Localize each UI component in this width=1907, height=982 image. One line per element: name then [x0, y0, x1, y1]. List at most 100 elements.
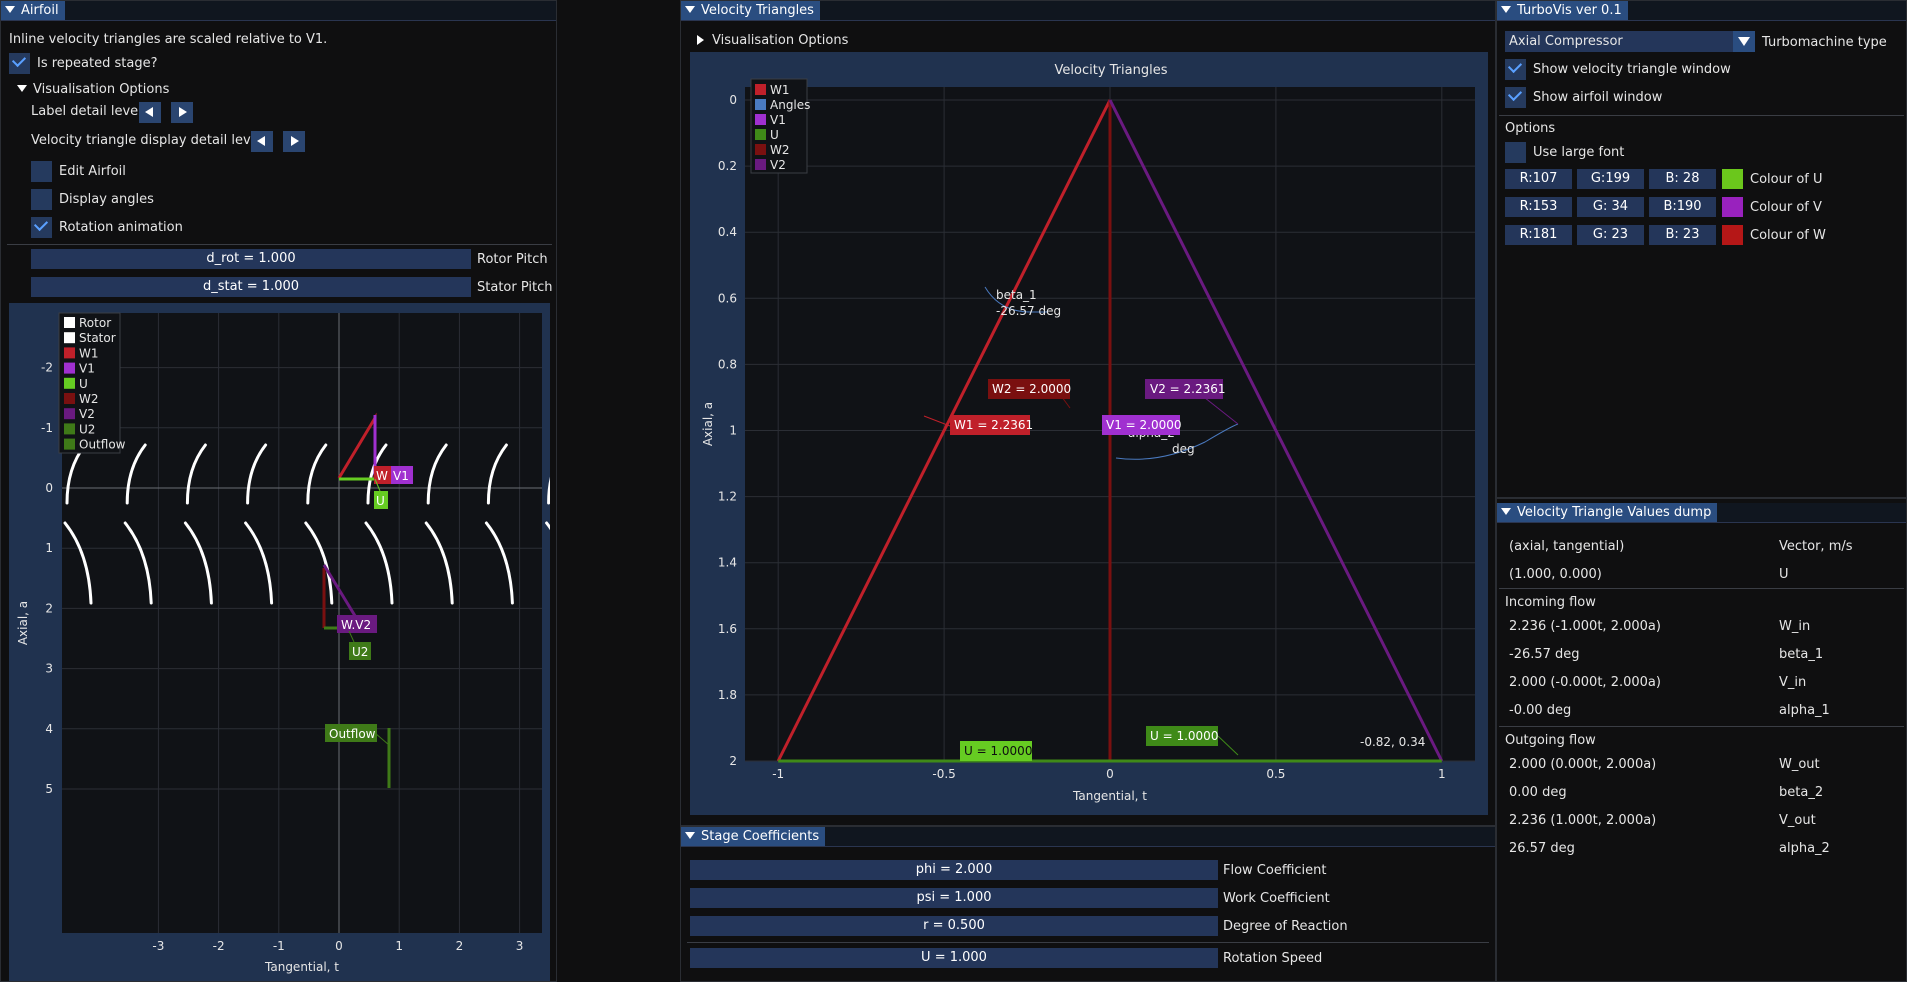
colour-g-field[interactable]: G: 23 [1577, 225, 1644, 245]
velocity-triangles-window: Velocity Triangles Visualisation Options… [680, 0, 1496, 826]
turbovis-tab[interactable]: TurboVis ver 0.1 [1497, 1, 1628, 20]
vt-tab[interactable]: Velocity Triangles [681, 1, 820, 20]
vt-vis-options-header[interactable]: Visualisation Options [697, 33, 848, 48]
dump-name: alpha_1 [1779, 703, 1830, 718]
dump-name: beta_1 [1779, 647, 1824, 662]
legend-swatch [755, 114, 766, 125]
collapse-icon[interactable] [5, 6, 15, 13]
legend-entry: V2 [79, 407, 95, 421]
legend-swatch [64, 377, 75, 389]
dump-value: 2.000 (-0.000t, 2.000a) [1509, 675, 1661, 690]
tri-detail-increase-button[interactable] [283, 131, 305, 152]
y-tick-label: 0.2 [718, 159, 737, 173]
colour-b-field[interactable]: B: 23 [1649, 225, 1716, 245]
airfoil-xlabel: Tangential, t [264, 960, 339, 974]
dump-header-right: Vector, m/s [1779, 539, 1853, 554]
r-slider[interactable]: r = 0.500 [690, 916, 1218, 936]
separator [1499, 588, 1904, 589]
stage-tab[interactable]: Stage Coefficients [681, 827, 826, 846]
rotor-blade [547, 476, 550, 505]
dump-titlebar: Velocity Triangle Values dump [1497, 503, 1906, 523]
stage-title: Stage Coefficients [701, 829, 820, 844]
legend-swatch [64, 347, 75, 359]
colour-label: Colour of W [1750, 228, 1826, 243]
u-slider[interactable]: U = 1.000 [690, 948, 1218, 968]
legend-swatch [64, 408, 75, 420]
arrow-left-icon [145, 107, 153, 117]
y-tick-label: -1 [41, 421, 53, 435]
airfoil-ylabel: Axial, a [16, 601, 30, 645]
x-tick-label: 2 [456, 939, 464, 953]
x-tick-label: 1 [1438, 767, 1446, 781]
colour-g-field[interactable]: G: 34 [1577, 197, 1644, 217]
colour-r-field[interactable]: R:181 [1505, 225, 1572, 245]
collapse-icon[interactable] [685, 6, 695, 13]
airfoil-plot[interactable]: -3-2-101234-2-1012345 W V1 U W.V2 U2 Out… [9, 303, 550, 981]
label-detail-decrease-button[interactable] [139, 102, 161, 123]
stage-titlebar: Stage Coefficients [681, 827, 1495, 847]
x-tick-label: 1 [395, 939, 403, 953]
legend-entry: Rotor [79, 316, 111, 330]
dump-name: V_in [1779, 675, 1807, 690]
psi-slider[interactable]: psi = 1.000 [690, 888, 1218, 908]
rotor-pitch-label: Rotor Pitch [477, 252, 548, 267]
legend-entry: U [79, 377, 88, 391]
colour-r-field[interactable]: R:107 [1505, 169, 1572, 189]
legend-swatch [64, 362, 75, 374]
colour-swatch[interactable] [1722, 169, 1743, 189]
rotation-animation-checkbox[interactable] [31, 217, 52, 238]
dump-value: -0.00 deg [1509, 703, 1572, 718]
large-font-label: Use large font [1533, 145, 1625, 160]
collapsed-icon [697, 34, 704, 45]
colour-r-field[interactable]: R:153 [1505, 197, 1572, 217]
colour-g-field[interactable]: G:199 [1577, 169, 1644, 189]
repeated-stage-label: Is repeated stage? [37, 56, 158, 71]
colour-swatch[interactable] [1722, 225, 1743, 245]
show-vt-checkbox[interactable] [1505, 59, 1526, 80]
repeated-stage-checkbox[interactable] [9, 53, 30, 74]
w-label: W [376, 469, 388, 483]
display-angles-checkbox[interactable] [31, 189, 52, 210]
display-angles-label: Display angles [59, 192, 154, 207]
legend-swatch [64, 438, 75, 450]
d-rot-slider[interactable]: d_rot = 1.000 [31, 249, 471, 269]
vt-xlabel: Tangential, t [1072, 789, 1147, 803]
airfoil-vis-options-header[interactable]: Visualisation Options [17, 82, 169, 97]
v1-value: V1 = 2.0000 [1106, 418, 1182, 432]
beta-value: -26.57 deg [996, 304, 1061, 318]
large-font-checkbox[interactable] [1505, 142, 1526, 163]
machine-select[interactable]: Axial Compressor [1505, 31, 1755, 52]
y-tick-label: 4 [45, 722, 53, 736]
vt-plot-title: Velocity Triangles [1055, 63, 1168, 78]
velocity-triangles-plot[interactable]: Velocity Triangles -1 -0.5 0 0.5 1 0 0.2 0.4 0.6… [690, 52, 1488, 815]
dump-tab[interactable]: Velocity Triangle Values dump [1497, 503, 1718, 522]
edit-airfoil-checkbox[interactable] [31, 161, 52, 182]
y-tick-label: 0.6 [718, 291, 737, 305]
tri-detail-decrease-button[interactable] [251, 131, 273, 152]
wv2-label: W.V2 [341, 618, 371, 632]
collapse-icon[interactable] [685, 832, 695, 839]
y-tick-label: 5 [45, 782, 53, 796]
y-tick-label: 1 [45, 541, 53, 555]
d-stat-slider[interactable]: d_stat = 1.000 [31, 277, 471, 297]
dump-u-value: (1.000, 0.000) [1509, 567, 1602, 582]
colour-swatch[interactable] [1722, 197, 1743, 217]
legend-entry: W1 [79, 346, 99, 360]
colour-b-field[interactable]: B: 28 [1649, 169, 1716, 189]
dump-name: W_out [1779, 757, 1820, 772]
stage-coefficients-window: Stage Coefficients phi = 2.000 Flow Coef… [680, 826, 1496, 982]
airfoil-tab[interactable]: Airfoil [1, 1, 65, 20]
show-airfoil-checkbox[interactable] [1505, 87, 1526, 108]
collapse-icon[interactable] [1501, 508, 1511, 515]
phi-slider[interactable]: phi = 2.000 [690, 860, 1218, 880]
values-dump-window: Velocity Triangle Values dump (axial, ta… [1496, 498, 1907, 982]
colour-b-field[interactable]: B:190 [1649, 197, 1716, 217]
u-label: Rotation Speed [1223, 951, 1323, 966]
legend-swatch [755, 129, 766, 140]
dropdown-button[interactable] [1733, 31, 1755, 52]
dump-header-left: (axial, tangential) [1509, 539, 1625, 554]
collapse-icon[interactable] [1501, 6, 1511, 13]
dump-u-name: U [1779, 567, 1789, 582]
u-label: U [376, 494, 385, 508]
label-detail-increase-button[interactable] [171, 102, 193, 123]
